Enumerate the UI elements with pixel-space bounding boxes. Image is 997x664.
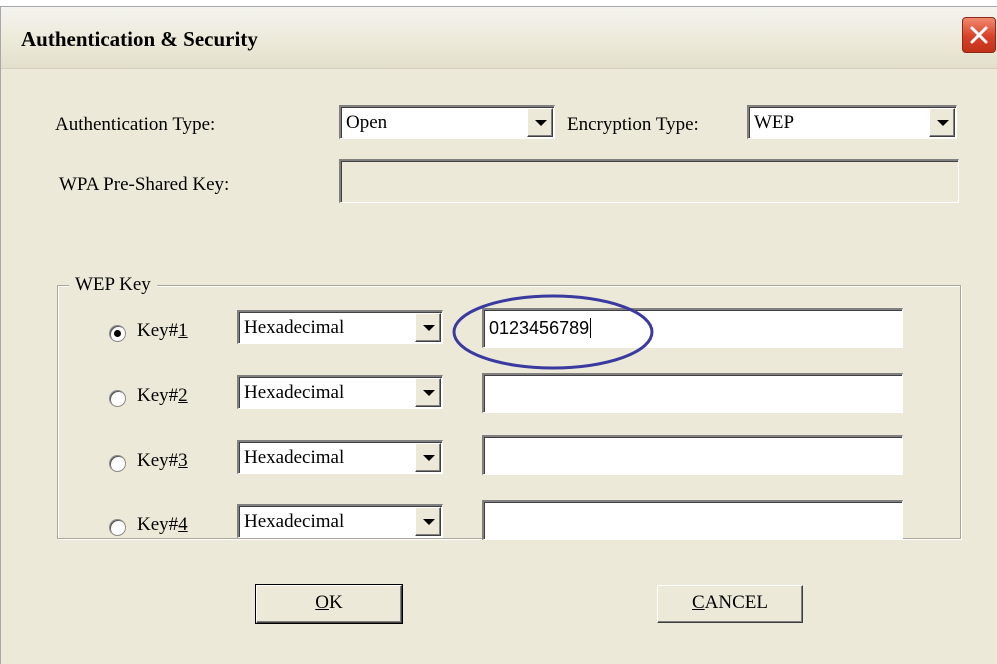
key1-label: Key#1 (137, 320, 188, 342)
highlight-ellipse (452, 294, 654, 370)
key1-format-value: Hexadecimal (244, 317, 345, 338)
chevron-down-icon[interactable] (929, 108, 955, 137)
key3-input[interactable] (482, 435, 903, 475)
enc-type-select[interactable]: WEP (747, 105, 957, 139)
key2-format-select[interactable]: Hexadecimal (237, 375, 443, 409)
ok-button[interactable]: OK (255, 584, 403, 624)
key4-format-value: Hexadecimal (244, 511, 345, 532)
chevron-down-icon[interactable] (415, 507, 441, 536)
key3-radio[interactable] (109, 455, 126, 472)
close-button[interactable] (962, 17, 996, 53)
key3-format-value: Hexadecimal (244, 447, 345, 468)
key2-input[interactable] (482, 373, 903, 413)
title-bar: Authentication & Security (1, 7, 997, 69)
auth-type-label: Authentication Type: (55, 114, 216, 135)
key4-radio[interactable] (109, 519, 126, 536)
key3-format-select[interactable]: Hexadecimal (237, 440, 443, 474)
key2-label-prefix: Key# (137, 385, 179, 406)
auth-type-select[interactable]: Open (339, 105, 555, 139)
chevron-down-icon[interactable] (415, 378, 441, 407)
chevron-down-icon[interactable] (415, 313, 441, 342)
key1-format-select[interactable]: Hexadecimal (237, 310, 443, 344)
key3-label-prefix: Key# (137, 450, 179, 471)
enc-type-label: Encryption Type: (567, 114, 699, 135)
cancel-mnemonic: C (691, 592, 705, 613)
enc-type-value: WEP (754, 112, 795, 133)
wep-key-group-label: WEP Key (69, 274, 157, 296)
ok-mnemonic: O (315, 592, 329, 613)
key4-label-num: 4 (178, 514, 188, 535)
close-icon (970, 26, 988, 44)
cancel-button[interactable]: CANCEL (657, 585, 803, 623)
key2-label-num: 2 (178, 385, 188, 406)
key3-label-num: 3 (178, 450, 188, 471)
key4-format-select[interactable]: Hexadecimal (237, 504, 443, 538)
chevron-down-icon[interactable] (527, 108, 553, 137)
wpa-key-field (339, 159, 959, 203)
key1-label-num: 1 (178, 320, 188, 341)
key4-input[interactable] (482, 500, 903, 540)
key2-radio[interactable] (109, 390, 126, 407)
key1-radio[interactable] (109, 325, 126, 342)
auth-type-value: Open (346, 112, 388, 133)
key4-label-prefix: Key# (137, 514, 179, 535)
ok-label: K (329, 592, 343, 613)
window-title: Authentication & Security (21, 27, 258, 51)
cancel-label: ANCEL (704, 592, 768, 613)
auth-security-dialog: Authentication & Security Authentication… (0, 6, 997, 664)
key2-label: Key#2 (137, 385, 188, 407)
key3-label: Key#3 (137, 450, 188, 472)
wpa-key-label: WPA Pre-Shared Key: (59, 174, 230, 195)
key1-label-prefix: Key# (137, 320, 179, 341)
key4-label: Key#4 (137, 514, 188, 536)
chevron-down-icon[interactable] (415, 443, 441, 472)
key2-format-value: Hexadecimal (244, 382, 345, 403)
